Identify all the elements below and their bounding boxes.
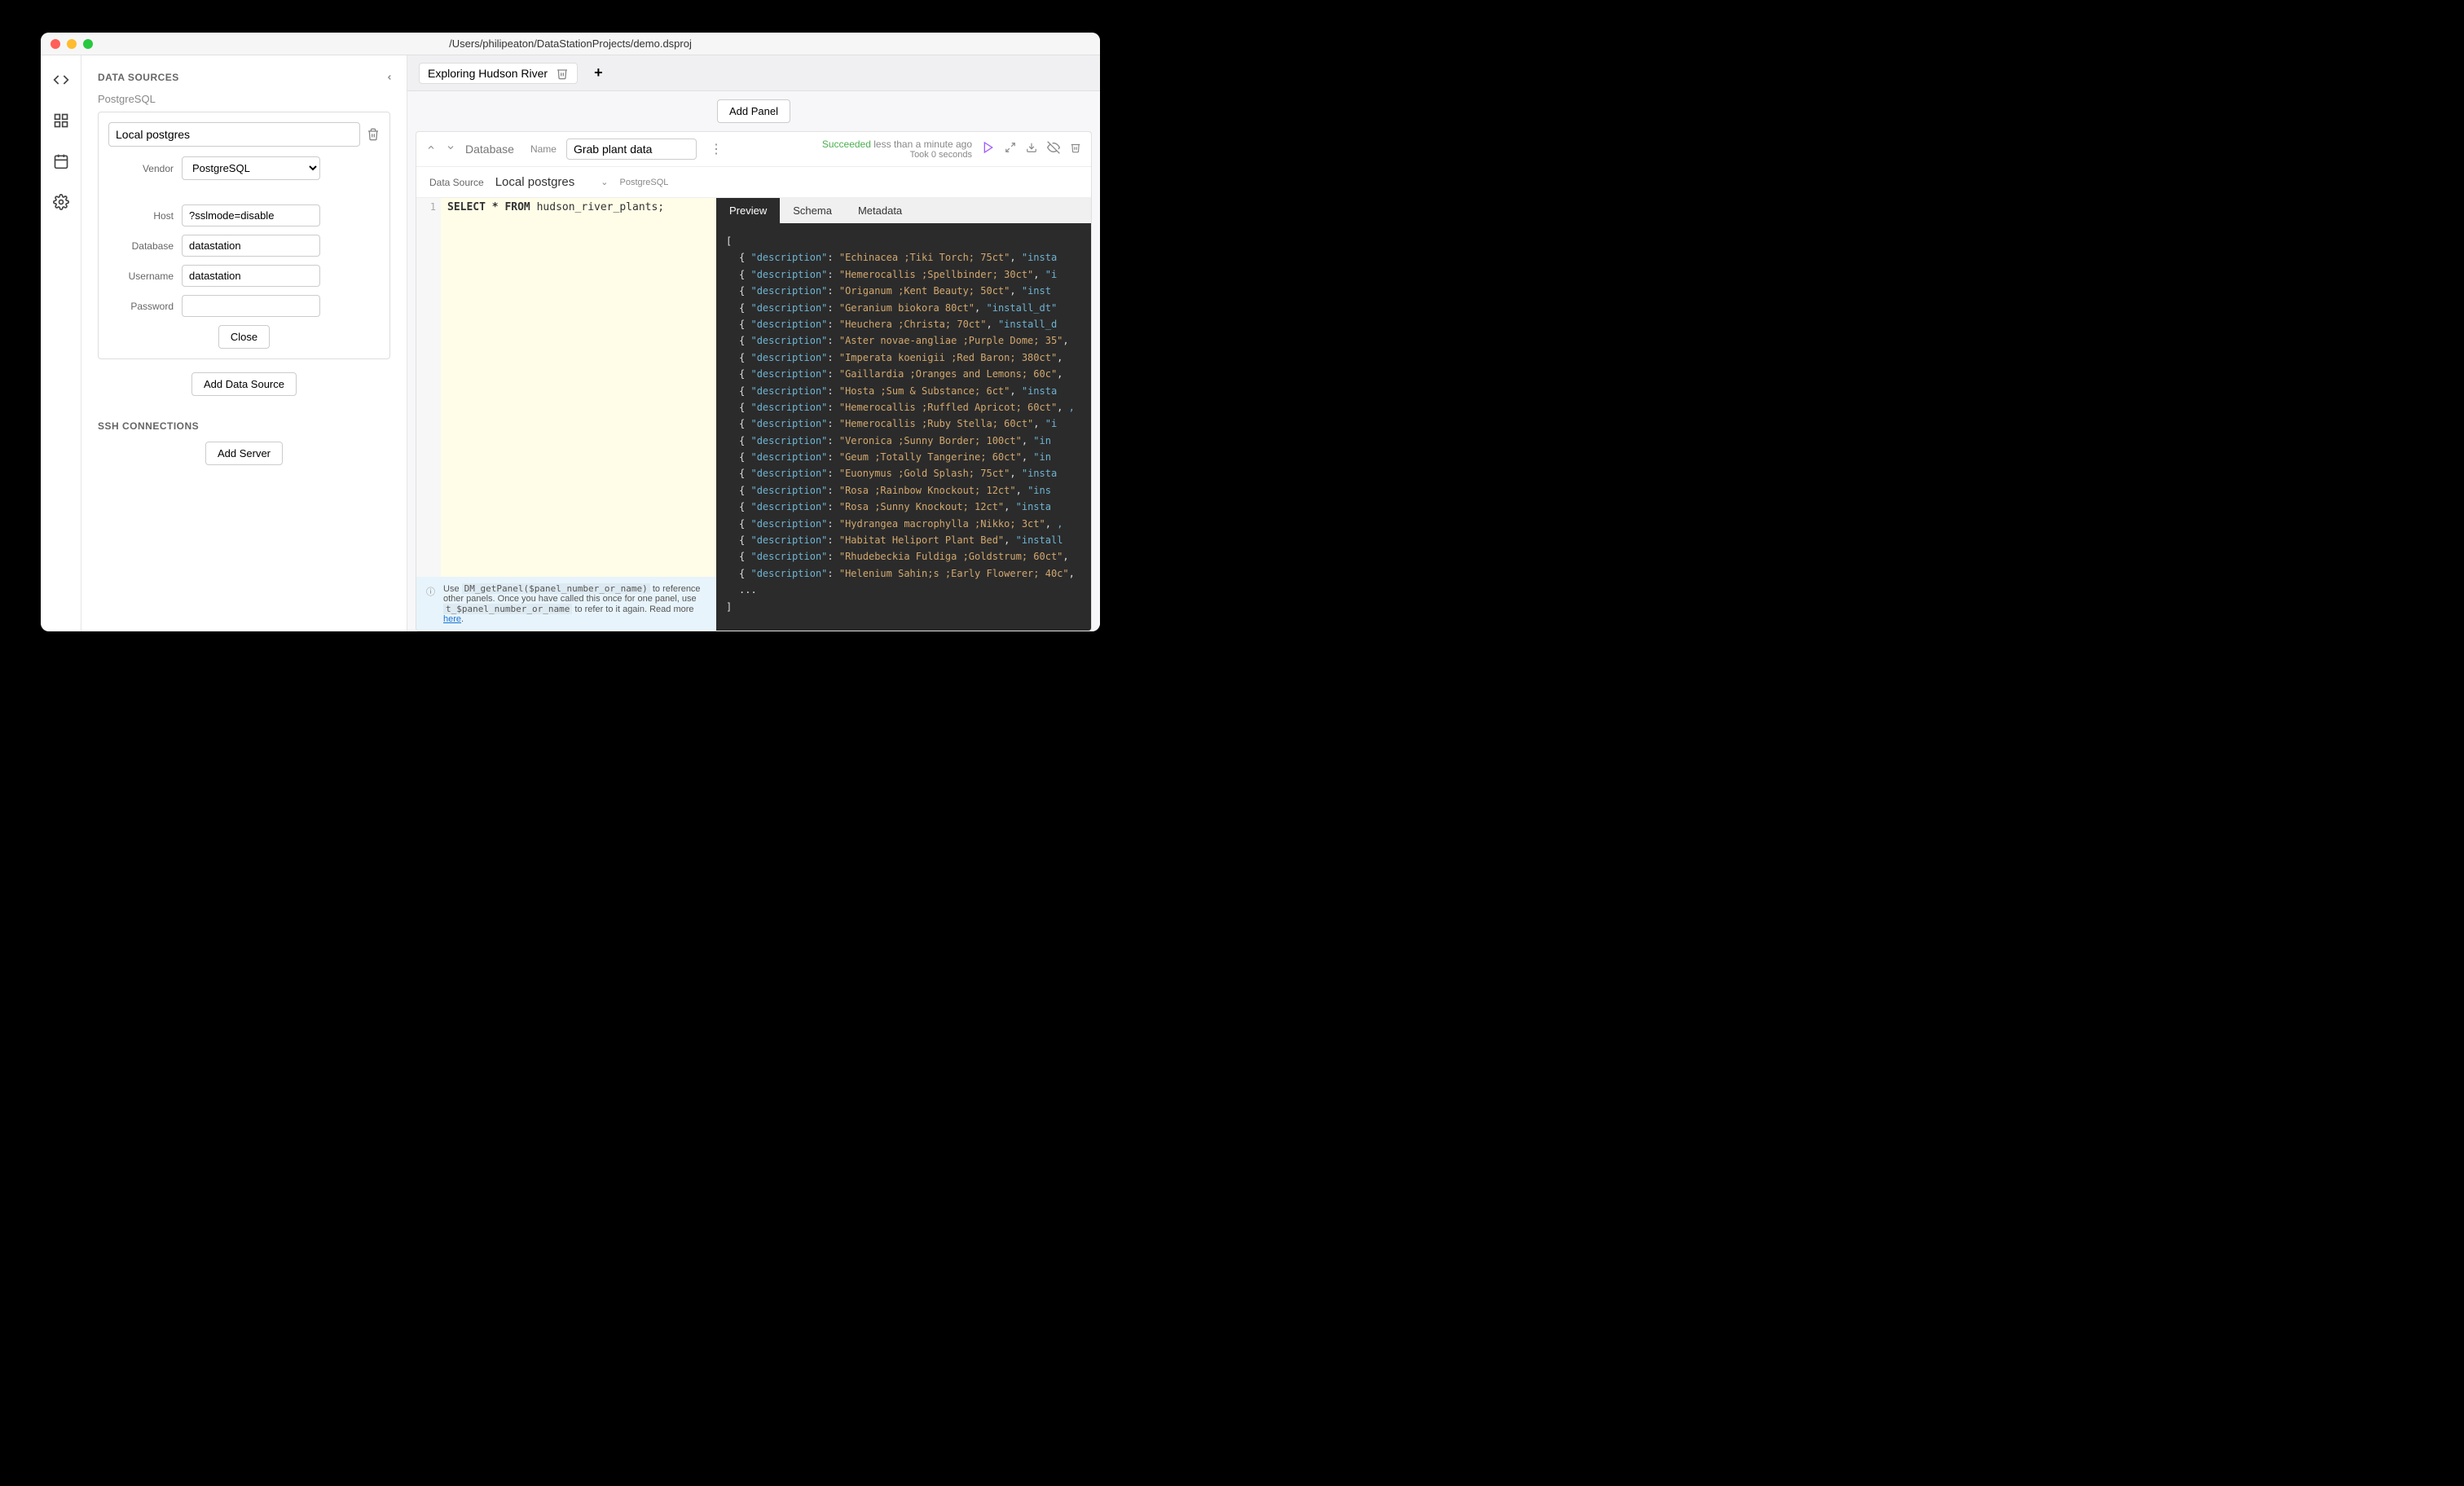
panel-status: Succeeded less than a minute ago Took 0 …	[822, 138, 972, 160]
close-window-button[interactable]	[51, 39, 60, 49]
result-tab-preview[interactable]: Preview	[716, 198, 780, 223]
ssh-connections-heading: SSH CONNECTIONS	[98, 420, 390, 432]
code-content: SELECT * FROM hudson_river_plants;	[441, 198, 716, 577]
result-tab-metadata[interactable]: Metadata	[845, 198, 915, 223]
panel-collapse-down[interactable]	[446, 142, 455, 156]
line-number: 1	[416, 198, 441, 577]
calendar-icon[interactable]	[53, 153, 69, 169]
gear-icon[interactable]	[53, 194, 69, 210]
result-tabs: Preview Schema Metadata	[716, 198, 1091, 223]
add-page-tab-button[interactable]: +	[594, 64, 603, 81]
status-duration: Took 0 seconds	[822, 150, 972, 160]
status-when: less than a minute ago	[873, 138, 972, 150]
database-input[interactable]	[182, 235, 320, 257]
password-input[interactable]	[182, 295, 320, 317]
download-panel-button[interactable]	[1026, 142, 1037, 157]
password-label: Password	[108, 301, 182, 312]
vendor-select[interactable]: PostgreSQL	[182, 156, 320, 180]
main-area: Exploring Hudson River + Add Panel Datab…	[407, 55, 1100, 631]
add-server-button[interactable]: Add Server	[205, 442, 283, 465]
panel-name-input[interactable]	[566, 138, 697, 160]
panel-data-source-vendor: PostgreSQL	[619, 178, 668, 187]
data-source-name-input[interactable]	[108, 122, 360, 147]
panel-collapse-up[interactable]	[426, 142, 436, 156]
host-input[interactable]	[182, 204, 320, 226]
data-sources-heading: DATA SOURCES	[98, 72, 390, 83]
host-label: Host	[108, 210, 182, 222]
username-label: Username	[108, 270, 182, 282]
panel-data-source-select[interactable]: Local postgres	[495, 175, 590, 189]
data-source-field-label: Data Source	[429, 177, 484, 188]
close-data-source-button[interactable]: Close	[218, 325, 270, 349]
page-tab-active[interactable]: Exploring Hudson River	[419, 63, 578, 84]
delete-page-tab-button[interactable]	[556, 67, 569, 80]
data-source-vendor-label: PostgreSQL	[98, 93, 390, 105]
expand-panel-button[interactable]	[1005, 142, 1016, 157]
database-label: Database	[108, 240, 182, 252]
results-pane: Preview Schema Metadata [{ "description"…	[716, 198, 1091, 631]
delete-data-source-button[interactable]	[367, 128, 380, 141]
dashboard-icon[interactable]	[53, 112, 69, 129]
sidebar: DATA SOURCES PostgreSQL Vendor PostgreSQ…	[81, 55, 407, 631]
panel-name-label: Name	[530, 143, 557, 155]
titlebar: /Users/philipeaton/DataStationProjects/d…	[41, 33, 1100, 55]
app-window: /Users/philipeaton/DataStationProjects/d…	[41, 33, 1100, 631]
editor-hint: ⓘ Use DM_getPanel($panel_number_or_name)…	[416, 577, 716, 631]
chevron-down-icon: ⌄	[601, 177, 608, 187]
window-title: /Users/philipeaton/DataStationProjects/d…	[449, 37, 692, 50]
page-tabs: Exploring Hudson River +	[407, 55, 1100, 91]
delete-panel-button[interactable]	[1070, 142, 1081, 157]
add-panel-button[interactable]: Add Panel	[717, 99, 790, 123]
collapse-sidebar-button[interactable]	[385, 72, 394, 87]
panel-type-label: Database	[465, 143, 514, 156]
database-panel: Database Name ⋮ Succeeded less than a mi…	[416, 131, 1092, 631]
hint-link[interactable]: here	[443, 614, 461, 624]
maximize-window-button[interactable]	[83, 39, 93, 49]
minimize-window-button[interactable]	[67, 39, 77, 49]
hide-panel-button[interactable]	[1047, 141, 1060, 158]
panel-menu-button[interactable]: ⋮	[706, 141, 726, 157]
status-state: Succeeded	[822, 138, 871, 150]
info-icon: ⓘ	[426, 585, 435, 598]
page-tab-label: Exploring Hudson River	[428, 67, 548, 80]
run-panel-button[interactable]	[982, 141, 995, 158]
icon-rail	[41, 55, 81, 631]
add-data-source-button[interactable]: Add Data Source	[191, 372, 297, 396]
vendor-label: Vendor	[108, 163, 182, 174]
result-tab-schema[interactable]: Schema	[780, 198, 845, 223]
json-preview[interactable]: [{ "description": "Echinacea ;Tiki Torch…	[716, 223, 1091, 631]
window-controls	[51, 39, 93, 49]
code-editor[interactable]: 1 SELECT * FROM hudson_river_plants;	[416, 198, 716, 577]
code-icon[interactable]	[53, 72, 69, 88]
data-source-card: Vendor PostgreSQL Host Database Username	[98, 112, 390, 359]
username-input[interactable]	[182, 265, 320, 287]
